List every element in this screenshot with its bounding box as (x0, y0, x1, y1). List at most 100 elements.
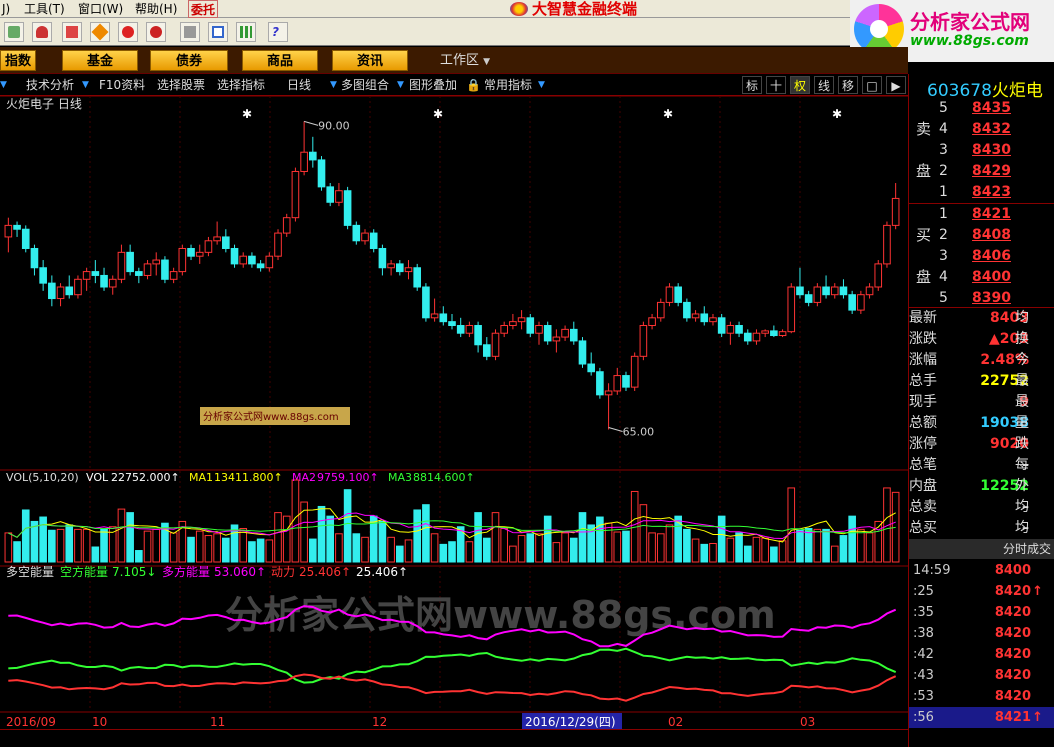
bars-icon[interactable] (236, 22, 256, 42)
favorite-icon[interactable] (90, 22, 110, 42)
volume-bar (578, 512, 587, 563)
refresh-icon[interactable] (118, 22, 138, 42)
volume-bar (82, 528, 91, 563)
lock-icon[interactable]: 🔒 (466, 77, 481, 94)
question-icon[interactable] (62, 22, 82, 42)
quote-label: 总卖 (909, 499, 937, 515)
candle (230, 247, 239, 265)
volume-bar (413, 509, 422, 563)
volume-bar (543, 515, 552, 563)
alert-icon[interactable] (146, 22, 166, 42)
volume-bar (430, 533, 439, 563)
tab-technical-analysis[interactable]: 技术分析 (26, 77, 74, 94)
event-star-icon: ✱ (242, 107, 252, 121)
tab-overlay[interactable]: 图形叠加 (409, 77, 457, 94)
move-button[interactable]: 移 (838, 76, 858, 94)
chevron-down-icon[interactable]: ▼ (538, 77, 545, 94)
volume-bar (691, 538, 700, 563)
kline-chart[interactable]: 火炬电子 日线 90.00 65.00 ✱ ✱ ✱ ✱ 分析家公式网www.88gs.com… (0, 96, 908, 729)
chevron-down-icon[interactable]: ▼ (0, 77, 7, 94)
tick-time: :38 (913, 626, 934, 641)
candle (857, 294, 865, 311)
quote-extra: 均 (1015, 499, 1029, 515)
tab-select-indicator[interactable]: 选择指标 (217, 77, 265, 94)
category-fund-button[interactable]: 基金 (62, 50, 138, 71)
tick-row: :53 8420 (909, 686, 1054, 707)
sell-price: 8423 (972, 184, 1011, 200)
mark-button[interactable]: 标 (742, 76, 762, 94)
chevron-down-icon[interactable]: ▼ (397, 77, 404, 94)
ticks-title: 分时成交 (909, 539, 1054, 559)
category-index-button[interactable]: 指数 (0, 50, 36, 71)
candle (500, 325, 508, 334)
candle (169, 271, 178, 280)
tick-price: 8400 (994, 563, 1031, 578)
max-price-pointer (303, 120, 319, 126)
bell-icon[interactable] (32, 22, 52, 42)
vol-legend-name: MA2 (292, 471, 316, 484)
tab-f10[interactable]: F10资料 (99, 77, 145, 94)
candle (830, 286, 839, 296)
candle (13, 224, 21, 230)
line-button[interactable]: 线 (814, 76, 834, 94)
volume-bar (761, 537, 769, 563)
home-icon[interactable] (4, 22, 24, 42)
menu-item-help[interactable]: 帮助(H) (135, 0, 177, 18)
tick-price: 8420 (994, 584, 1031, 599)
buy-level: 5 (939, 290, 948, 306)
tab-select-stock[interactable]: 选择股票 (157, 77, 205, 94)
volume-bar (822, 528, 830, 563)
volume-bar (361, 536, 369, 563)
crosshair-button[interactable]: 十 (766, 76, 786, 94)
candle (770, 330, 778, 337)
volume-bar (39, 516, 47, 563)
workspace-dropdown[interactable]: 工作区 ▼ (440, 51, 490, 72)
volume-bar (830, 545, 839, 563)
chevron-down-icon[interactable]: ▼ (330, 77, 337, 94)
candle (543, 325, 552, 342)
category-news-button[interactable]: 资讯 (332, 50, 408, 71)
candle (743, 332, 752, 342)
volume-bar (569, 537, 578, 563)
rights-button[interactable]: 权 (790, 76, 810, 94)
candle (352, 224, 361, 242)
quote-label: 内盘 (909, 478, 937, 494)
chevron-down-icon[interactable]: ▼ (82, 77, 89, 94)
bear-energy-line (8, 647, 897, 684)
volume-bar (735, 532, 743, 563)
quote-extra: 均 (1015, 520, 1029, 536)
candle (787, 286, 796, 333)
candle (552, 336, 561, 342)
tick-price: 8420 (994, 605, 1031, 620)
tab-daily[interactable]: 日线 (287, 77, 311, 94)
menu-item-window[interactable]: 窗口(W) (78, 0, 123, 18)
candle (100, 274, 108, 288)
candle (796, 286, 804, 296)
category-bond-button[interactable]: 债券 (150, 50, 228, 71)
menu-item-order[interactable]: 委托 (188, 0, 219, 18)
indicator-title: 多空能量 (6, 565, 54, 579)
event-star-icon: ✱ (663, 107, 673, 121)
print-icon[interactable] (180, 22, 200, 42)
power-line (8, 673, 897, 702)
app-title-text: 大智慧金融终端 (532, 0, 638, 18)
candle (526, 317, 535, 334)
volume-bar (865, 532, 874, 563)
category-commodity-button[interactable]: 商品 (242, 50, 318, 71)
window-icon[interactable] (208, 22, 228, 42)
candle (822, 286, 830, 296)
candle (135, 271, 143, 276)
help-cursor-icon[interactable]: ? (268, 22, 288, 42)
volume-bar (474, 512, 482, 563)
candle (413, 267, 422, 288)
candle (709, 317, 717, 323)
chart-title: 火炬电子 日线 (6, 97, 82, 111)
tab-common-indicator[interactable]: 常用指标 (484, 77, 532, 94)
play-icon[interactable]: ▶ (886, 76, 906, 94)
menu-item-partial[interactable]: J) (2, 0, 10, 18)
maximize-icon[interactable]: □ (862, 76, 882, 94)
quote-extra: 跌 (1015, 436, 1029, 452)
tab-multi-chart[interactable]: 多图组合 (341, 77, 389, 94)
menu-item-tools[interactable]: 工具(T) (24, 0, 65, 18)
date-cursor-label: 2016/12/29(四) (525, 715, 616, 729)
